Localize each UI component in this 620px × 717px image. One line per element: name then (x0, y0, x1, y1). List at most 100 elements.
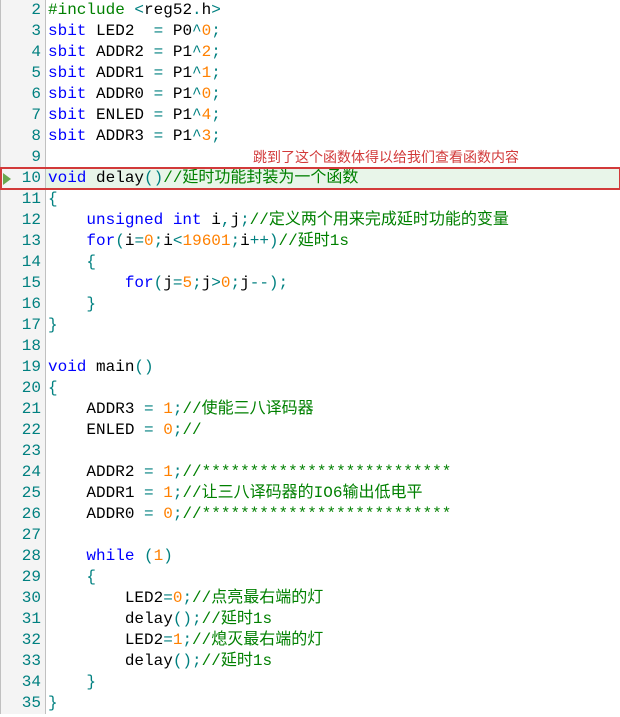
code-content: } (46, 315, 620, 336)
token-kw: sbit (48, 106, 86, 124)
token-kw: void (48, 358, 86, 376)
token-num: 0 (202, 85, 212, 103)
line-number: 23 (13, 441, 46, 462)
token-ident (48, 274, 125, 292)
token-ident (154, 484, 164, 502)
gutter-marker (1, 693, 13, 714)
code-line[interactable]: 30 LED2=0;//点亮最右端的灯 (1, 588, 620, 609)
token-num: 5 (182, 274, 192, 292)
code-line[interactable]: 10void delay()//延时功能封装为一个函数 (1, 168, 620, 189)
token-op: = (154, 22, 164, 40)
token-cmt: //延时1s (202, 610, 272, 628)
token-op: = (154, 43, 164, 61)
code-line[interactable]: 18 (1, 336, 620, 357)
code-line[interactable]: 4sbit ADDR2 = P1^2; (1, 42, 620, 63)
code-line[interactable]: 26 ADDR0 = 0;//*************************… (1, 504, 620, 525)
token-ident: LED2 (48, 631, 163, 649)
token-ident: P1 (163, 127, 192, 145)
token-op: ) (163, 547, 173, 565)
annotation-text: 跳到了这个函数体得以给我们查看函数内容 (253, 147, 519, 168)
token-ident: ADDR3 (48, 400, 144, 418)
code-line[interactable]: 28 while (1) (1, 546, 620, 567)
code-content: #include <reg52.h> (46, 0, 620, 21)
code-line[interactable]: 13 for(i=0;i<19601;i++)//延时1s (1, 231, 620, 252)
token-num: 4 (202, 106, 212, 124)
token-op: () (134, 358, 153, 376)
token-ident: ENLED (86, 106, 153, 124)
token-num: 0 (202, 22, 212, 40)
token-cmt: //************************** (182, 505, 451, 523)
gutter-marker (1, 672, 13, 693)
gutter-marker (1, 546, 13, 567)
token-ident: delay (86, 169, 144, 187)
token-ident: main (86, 358, 134, 376)
token-ident (48, 232, 86, 250)
token-op: ; (231, 232, 241, 250)
code-line[interactable]: 19void main() (1, 357, 620, 378)
code-line[interactable]: 35} (1, 693, 620, 714)
code-line[interactable]: 20{ (1, 378, 620, 399)
token-ident (48, 295, 86, 313)
code-line[interactable]: 24 ADDR2 = 1;//*************************… (1, 462, 620, 483)
code-line[interactable]: 11{ (1, 189, 620, 210)
code-line[interactable]: 15 for(j=5;j>0;j--); (1, 273, 620, 294)
code-content: sbit ADDR0 = P1^0; (46, 84, 620, 105)
gutter-marker (1, 189, 13, 210)
token-ident (48, 253, 86, 271)
gutter-marker (1, 483, 13, 504)
token-kw: unsigned (86, 211, 163, 229)
token-ident: j (202, 274, 212, 292)
token-num: 1 (173, 631, 183, 649)
code-content: sbit LED2 = P0^0; (46, 21, 620, 42)
token-op: { (48, 190, 58, 208)
code-line[interactable]: 16 } (1, 294, 620, 315)
token-kw: sbit (48, 43, 86, 61)
code-line[interactable]: 33 delay();//延时1s (1, 651, 620, 672)
code-line[interactable]: 17} (1, 315, 620, 336)
code-line[interactable]: 22 ENLED = 0;// (1, 420, 620, 441)
token-op: = (144, 400, 154, 418)
code-line[interactable]: 3sbit LED2 = P0^0; (1, 21, 620, 42)
code-content: void main() (46, 357, 620, 378)
code-line[interactable]: 7sbit ENLED = P1^4; (1, 105, 620, 126)
code-line[interactable]: 34 } (1, 672, 620, 693)
token-kw: for (86, 232, 115, 250)
token-op: ; (173, 484, 183, 502)
code-line[interactable]: 2#include <reg52.h> (1, 0, 620, 21)
token-op: ; (211, 64, 221, 82)
code-line[interactable]: 8sbit ADDR3 = P1^3; (1, 126, 620, 147)
code-line[interactable]: 14 { (1, 252, 620, 273)
token-ident: P1 (163, 43, 192, 61)
token-op: ; (182, 589, 192, 607)
code-line[interactable]: 27 (1, 525, 620, 546)
token-op: ; (173, 400, 183, 418)
token-op: ^ (192, 22, 202, 40)
code-line[interactable]: 21 ADDR3 = 1;//使能三八译码器 (1, 399, 620, 420)
code-content: ADDR2 = 1;//************************** (46, 462, 620, 483)
token-ident: LED2 (48, 589, 163, 607)
code-line[interactable]: 25 ADDR1 = 1;//让三八译码器的IO6输出低电平 (1, 483, 620, 504)
gutter-marker (1, 273, 13, 294)
code-content: { (46, 252, 620, 273)
token-op: ^ (192, 106, 202, 124)
token-cmt: //延时1s (279, 232, 349, 250)
gutter-marker (1, 588, 13, 609)
code-line[interactable]: 12 unsigned int i,j;//定义两个用来完成延时功能的变量 (1, 210, 620, 231)
code-line[interactable]: 23 (1, 441, 620, 462)
code-line[interactable]: 6sbit ADDR0 = P1^0; (1, 84, 620, 105)
token-num: 0 (163, 421, 173, 439)
gutter-marker (1, 42, 13, 63)
code-content: LED2=0;//点亮最右端的灯 (46, 588, 620, 609)
token-op: ; (231, 274, 241, 292)
line-number: 10 (13, 168, 46, 189)
code-content: unsigned int i,j;//定义两个用来完成延时功能的变量 (46, 210, 620, 231)
code-line[interactable]: 29 { (1, 567, 620, 588)
line-number: 17 (13, 315, 46, 336)
code-line[interactable]: 31 delay();//延时1s (1, 609, 620, 630)
token-op: = (173, 274, 183, 292)
code-content: for(i=0;i<19601;i++)//延时1s (46, 231, 620, 252)
code-line[interactable]: 5sbit ADDR1 = P1^1; (1, 63, 620, 84)
token-ident: ADDR0 (48, 505, 144, 523)
code-line[interactable]: 32 LED2=1;//熄灭最右端的灯 (1, 630, 620, 651)
token-op: < (134, 1, 144, 19)
